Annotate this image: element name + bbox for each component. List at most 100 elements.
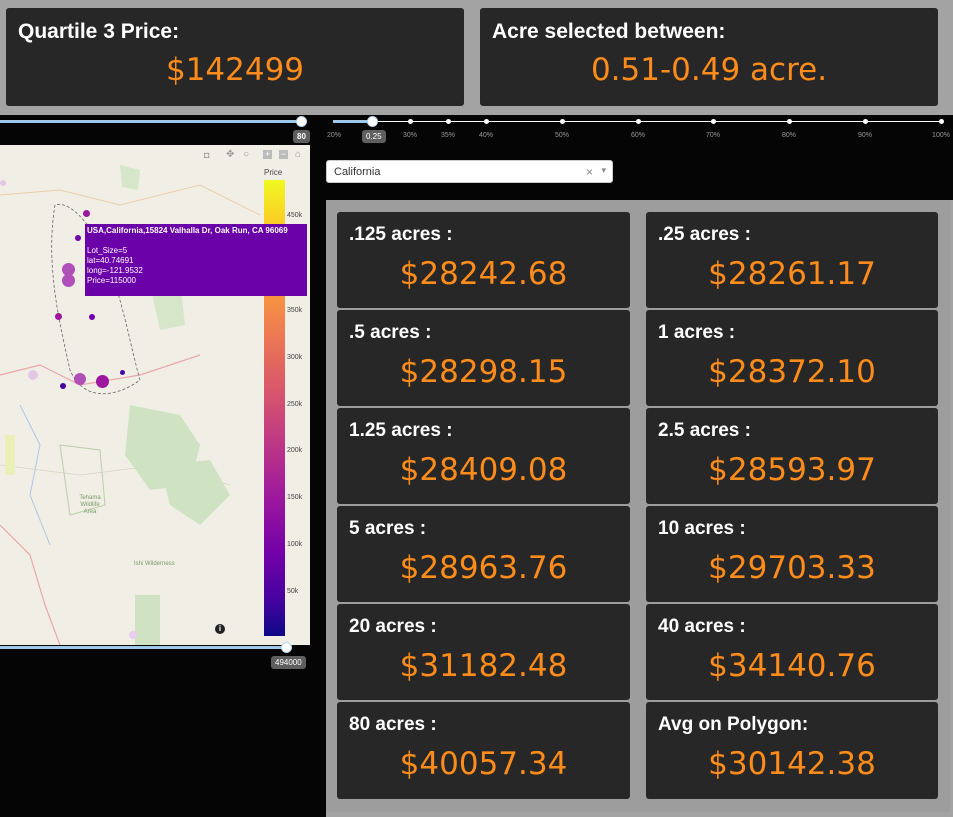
zoom-in-icon[interactable]: +: [263, 150, 272, 159]
colorbar-tick: 350k: [287, 307, 303, 314]
price-card-label: Avg on Polygon:: [658, 714, 809, 735]
map-marker[interactable]: [83, 210, 90, 217]
acre-slider-track[interactable]: [373, 121, 943, 122]
lasso-icon[interactable]: ○: [243, 149, 249, 160]
price-card-label: 40 acres :: [658, 616, 746, 637]
left-slider-handle[interactable]: [296, 116, 307, 127]
price-card-label: 1 acres :: [658, 322, 736, 343]
hover-lat: lat=40.74691: [87, 256, 134, 265]
acre-slider-dot[interactable]: [408, 119, 413, 124]
price-card: .25 acres : $28261.17: [646, 212, 938, 308]
acre-tick-label: 80%: [781, 132, 797, 139]
price-card-label: 20 acres :: [349, 616, 437, 637]
acre-tick-label: 70%: [705, 132, 721, 139]
map-marker[interactable]: [60, 383, 66, 389]
map-marker[interactable]: [55, 313, 62, 320]
colorbar-title: Price: [264, 168, 283, 177]
price-slider-value: 494000: [271, 656, 306, 669]
price-slider-handle[interactable]: [281, 642, 292, 653]
price-card-value: $28261.17: [708, 256, 876, 292]
zoom-out-icon[interactable]: −: [279, 150, 288, 159]
price-card-value: $30142.38: [708, 746, 876, 782]
price-card: 5 acres : $28963.76: [337, 506, 630, 602]
acre-slider-dot[interactable]: [711, 119, 716, 124]
quartile-card: Quartile 3 Price: $142499: [6, 8, 464, 106]
price-card-label: .125 acres :: [349, 224, 453, 245]
state-dropdown[interactable]: California × ▾: [326, 160, 613, 183]
price-map[interactable]: ◘ ✥ ○ + − ⌂ Price 450k 400k 350k 300k 25…: [0, 145, 310, 645]
price-card-value: $31182.48: [399, 648, 568, 684]
price-card: 40 acres : $34140.76: [646, 604, 938, 700]
acre-slider-dot[interactable]: [863, 119, 868, 124]
acre-slider-dot[interactable]: [636, 119, 641, 124]
chevron-down-icon[interactable]: ▾: [601, 165, 606, 176]
acre-tick-label: 90%: [857, 132, 873, 139]
left-slider-track[interactable]: [0, 120, 302, 123]
map-marker[interactable]: [129, 631, 137, 639]
acre-slider-dot[interactable]: [787, 119, 792, 124]
acre-slider-dot[interactable]: [484, 119, 489, 124]
acre-tick-label: 30%: [402, 132, 418, 139]
acre-range-card: Acre selected between: 0.51-0.49 acre.: [480, 8, 938, 106]
quartile-label: Quartile 3 Price:: [18, 20, 180, 43]
info-icon[interactable]: i: [215, 624, 225, 634]
price-slider-track[interactable]: [0, 646, 288, 649]
price-card-value: $34140.76: [708, 648, 876, 684]
colorbar-tick: 50k: [287, 588, 299, 595]
colorbar-tick: 200k: [287, 447, 303, 454]
map-marker[interactable]: [89, 314, 95, 320]
map-marker[interactable]: [74, 373, 86, 385]
map-marker[interactable]: [120, 370, 125, 375]
price-card: 1 acres : $28372.10: [646, 310, 938, 406]
price-card-label: 80 acres :: [349, 714, 437, 735]
map-marker[interactable]: [28, 370, 38, 380]
price-card: 80 acres : $40057.34: [337, 702, 630, 799]
acre-tick-label: 50%: [554, 132, 570, 139]
map-marker[interactable]: [0, 180, 6, 186]
map-marker[interactable]: [75, 235, 81, 241]
home-icon[interactable]: ⌂: [295, 149, 301, 160]
price-card-label: .25 acres :: [658, 224, 751, 245]
acre-tick-label: 35%: [440, 132, 456, 139]
left-slider-value: 80: [293, 130, 310, 143]
price-card-value: $29703.33: [708, 550, 876, 586]
price-card: 10 acres : $29703.33: [646, 506, 938, 602]
acre-slider-handle[interactable]: [367, 116, 378, 127]
colorbar-tick: 100k: [287, 541, 303, 548]
clear-icon[interactable]: ×: [586, 165, 593, 179]
map-label-wilderness: Ishi Wilderness: [134, 561, 175, 567]
price-card-label: 5 acres :: [349, 518, 427, 539]
price-card: .125 acres : $28242.68: [337, 212, 630, 308]
acre-tick-label: 40%: [478, 132, 494, 139]
colorbar-tick: 250k: [287, 401, 303, 408]
hover-address: USA,California,15824 Valhalla Dr, Oak Ru…: [87, 226, 288, 235]
acre-tick-label: 100%: [932, 132, 950, 139]
pan-icon[interactable]: ✥: [226, 149, 234, 160]
price-card-value: $28593.97: [708, 452, 876, 488]
price-card-value: $28409.08: [399, 452, 568, 488]
price-card-value: $28372.10: [708, 354, 876, 390]
map-marker[interactable]: [62, 274, 75, 287]
price-card: Avg on Polygon: $30142.38: [646, 702, 938, 799]
price-card-label: 2.5 acres :: [658, 420, 751, 441]
state-dropdown-value: California: [334, 166, 381, 178]
colorbar-tick: 150k: [287, 494, 303, 501]
acre-slider-dot[interactable]: [446, 119, 451, 124]
price-card-value: $40057.34: [399, 746, 568, 782]
price-card-value: $28242.68: [399, 256, 568, 292]
price-card: 20 acres : $31182.48: [337, 604, 630, 700]
price-card-value: $28298.15: [399, 354, 568, 390]
controls-panel: [326, 115, 953, 200]
quartile-value: $142499: [165, 52, 305, 88]
acre-tick-label: 20%: [326, 132, 342, 139]
camera-icon[interactable]: ◘: [204, 150, 209, 160]
acre-slider-dot[interactable]: [560, 119, 565, 124]
price-card-label: 1.25 acres :: [349, 420, 453, 441]
colorbar-tick: 450k: [287, 212, 303, 219]
price-card: .5 acres : $28298.15: [337, 310, 630, 406]
price-card-value: $28963.76: [399, 550, 568, 586]
hover-price: Price=115000: [87, 276, 136, 285]
map-hover-tooltip: USA,California,15824 Valhalla Dr, Oak Ru…: [85, 224, 307, 296]
map-marker[interactable]: [96, 375, 109, 388]
acre-slider-dot[interactable]: [939, 119, 944, 124]
